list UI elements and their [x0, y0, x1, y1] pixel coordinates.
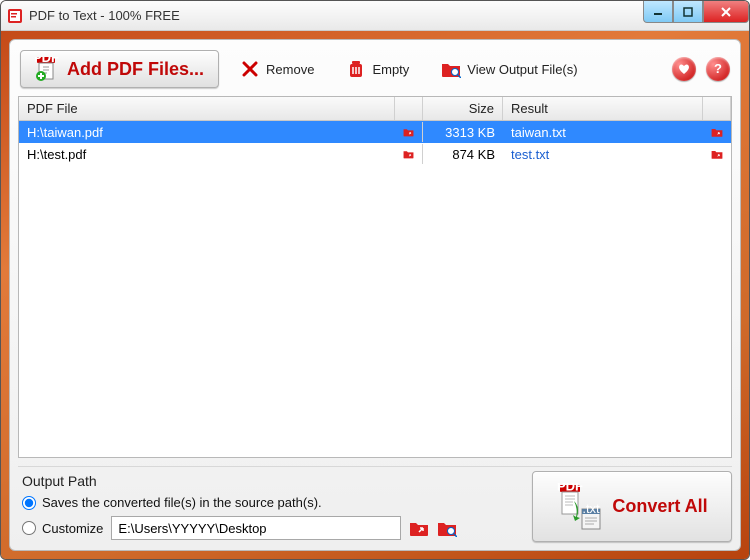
radio-customize-label: Customize — [42, 521, 103, 536]
minimize-button[interactable] — [643, 1, 673, 23]
col-size-header[interactable]: Size — [423, 97, 503, 120]
output-path-input[interactable] — [111, 516, 401, 540]
radio-same-label: Saves the converted file(s) in the sourc… — [42, 495, 322, 510]
cell-size: 3313 KB — [423, 123, 503, 142]
cell-file: H:\test.pdf — [19, 145, 395, 164]
open-file-location-icon[interactable] — [711, 124, 723, 140]
svg-text:?: ? — [714, 62, 722, 76]
table-row[interactable]: H:\test.pdf 874 KBtest.txt — [19, 143, 731, 165]
remove-label: Remove — [266, 62, 314, 77]
main-panel: PDF Add PDF Files... Remove Empty — [9, 39, 741, 551]
empty-button[interactable]: Empty — [335, 54, 420, 84]
help-icon: ? — [711, 62, 725, 76]
app-window: PDF to Text - 100% FREE PDF Add PDF File… — [0, 0, 750, 560]
open-file-location-icon[interactable] — [403, 124, 414, 140]
remove-button[interactable]: Remove — [229, 54, 325, 84]
close-button[interactable] — [703, 1, 749, 23]
pdf-add-icon: PDF — [35, 57, 61, 81]
cell-file: H:\taiwan.pdf — [19, 123, 395, 142]
browse-folder-button[interactable] — [409, 519, 429, 537]
cell-result-icon — [703, 144, 731, 164]
table-header: PDF File Size Result — [19, 97, 731, 121]
open-file-location-icon[interactable] — [711, 146, 723, 162]
radio-customize-row[interactable]: Customize — [22, 521, 103, 536]
heart-icon — [677, 62, 691, 76]
add-pdf-files-label: Add PDF Files... — [67, 59, 204, 80]
maximize-icon — [683, 7, 693, 17]
toolbar: PDF Add PDF Files... Remove Empty — [18, 48, 732, 96]
empty-icon — [346, 59, 366, 79]
output-path-group: Output Path Saves the converted file(s) … — [18, 471, 522, 542]
cell-result-icon — [703, 122, 731, 142]
convert-all-button[interactable]: PDF .txt Convert All — [532, 471, 732, 542]
open-file-location-icon[interactable] — [403, 146, 414, 162]
col-fileicon-header — [395, 97, 423, 120]
open-folder-button[interactable] — [437, 519, 457, 537]
col-result-header[interactable]: Result — [503, 97, 703, 120]
folder-view-icon — [441, 60, 461, 78]
cell-size: 874 KB — [423, 145, 503, 164]
maximize-button[interactable] — [673, 1, 703, 23]
view-output-button[interactable]: View Output File(s) — [430, 55, 588, 83]
cell-result: test.txt — [503, 145, 703, 164]
remove-icon — [240, 59, 260, 79]
output-path-legend: Output Path — [22, 473, 518, 489]
col-resulticon-header — [703, 97, 731, 120]
empty-label: Empty — [372, 62, 409, 77]
bottom-bar: Output Path Saves the converted file(s) … — [18, 466, 732, 542]
client-area: PDF Add PDF Files... Remove Empty — [1, 31, 749, 559]
svg-text:.txt: .txt — [583, 501, 601, 516]
radio-customize[interactable] — [22, 521, 36, 535]
convert-icon: PDF .txt — [556, 483, 604, 531]
table-row[interactable]: H:\taiwan.pdf 3313 KBtaiwan.txt — [19, 121, 731, 143]
window-controls — [643, 1, 749, 23]
convert-all-label: Convert All — [612, 496, 707, 517]
title-bar: PDF to Text - 100% FREE — [1, 1, 749, 31]
favorite-button[interactable] — [672, 57, 696, 81]
cell-result: taiwan.txt — [503, 123, 703, 142]
table-body: H:\taiwan.pdf3313 KBtaiwan.txtH:\test.pd… — [19, 121, 731, 457]
file-table: PDF File Size Result H:\taiwan.pdf 3313 K… — [18, 96, 732, 458]
window-title: PDF to Text - 100% FREE — [29, 8, 180, 23]
app-icon — [7, 8, 23, 24]
add-pdf-files-button[interactable]: PDF Add PDF Files... — [20, 50, 219, 88]
help-button[interactable]: ? — [706, 57, 730, 81]
radio-same-row[interactable]: Saves the converted file(s) in the sourc… — [22, 495, 518, 510]
view-output-label: View Output File(s) — [467, 62, 577, 77]
minimize-icon — [653, 7, 663, 17]
close-icon — [720, 6, 732, 18]
radio-same[interactable] — [22, 496, 36, 510]
cell-file-icon — [395, 144, 423, 164]
cell-file-icon — [395, 122, 423, 142]
col-file-header[interactable]: PDF File — [19, 97, 395, 120]
